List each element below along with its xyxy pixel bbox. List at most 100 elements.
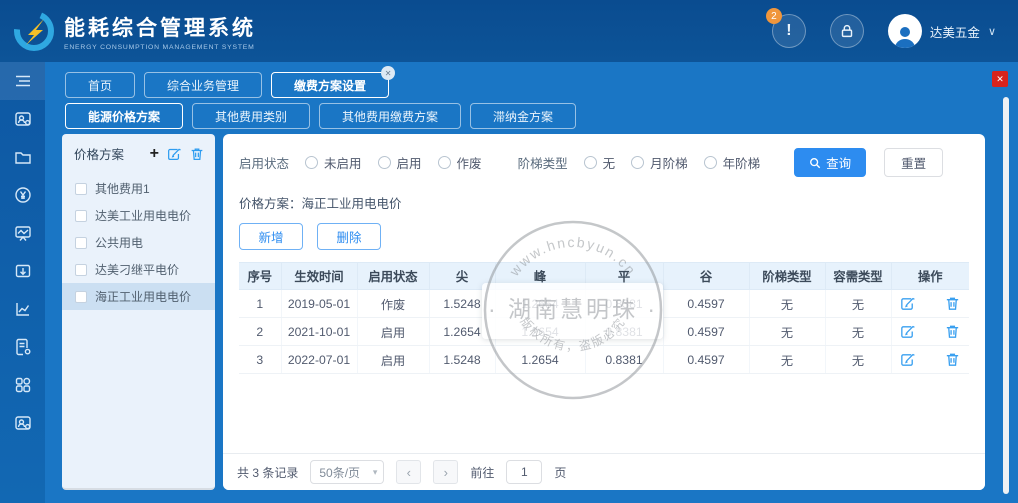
table-row: 3 2022-07-01 启用 1.5248 1.2654 0.8381 0.4… (239, 346, 969, 374)
price-plan-list: 其他费用1 达美工业用电电价 公共用电 达美刁继平电价 海正工业用电电价 (62, 175, 215, 310)
radio-enabled[interactable] (378, 156, 391, 169)
edit-row-button[interactable] (899, 323, 916, 340)
sidebar-item-billing[interactable] (0, 176, 45, 214)
radio-voided[interactable] (438, 156, 451, 169)
edit-row-button[interactable] (899, 295, 916, 312)
prev-page-button[interactable]: ‹ (396, 460, 421, 484)
user-menu[interactable]: 达美五金 ∨ (888, 14, 996, 48)
page-number-input[interactable] (506, 460, 542, 484)
total-records: 共 3 条记录 (237, 464, 298, 481)
tab-other-fee-category[interactable]: 其他费用类别 (192, 103, 310, 129)
reset-button[interactable]: 重置 (884, 148, 943, 177)
panel-title: 价格方案 (74, 144, 124, 163)
menu-list-icon (13, 71, 33, 91)
folder-download-icon (13, 261, 33, 281)
checkbox[interactable] (75, 237, 87, 249)
sidebar-item-dashboard[interactable] (0, 214, 45, 252)
notification-button[interactable]: ! 2 (772, 14, 806, 48)
plan-line-label: 价格方案： (239, 197, 302, 211)
delete-row-button[interactable] (944, 295, 961, 312)
price-table: 序号 生效时间 启用状态 尖 峰 平 谷 阶梯类型 容需类型 操作 1 (239, 262, 969, 374)
tab-energy-price-plan[interactable]: 能源价格方案 (65, 103, 183, 129)
exclamation-icon: ! (786, 22, 791, 40)
notification-badge: 2 (766, 8, 782, 24)
sidebar-item-export[interactable] (0, 252, 45, 290)
checkbox[interactable] (75, 183, 87, 195)
next-page-button[interactable]: › (433, 460, 458, 484)
app-subtitle: ENERGY CONSUMPTION MANAGEMENT SYSTEM (64, 44, 256, 51)
edit-plan-icon[interactable] (166, 146, 182, 162)
price-plan-item[interactable]: 达美工业用电电价 (62, 202, 215, 229)
user-card-gear-icon (13, 413, 33, 433)
sidebar-item-apps[interactable] (0, 366, 45, 404)
apps-grid-icon (13, 375, 33, 395)
chevron-down-icon: ∨ (988, 25, 996, 38)
page-unit-label: 页 (554, 464, 566, 481)
tab-late-fee-plan[interactable]: 滞纳金方案 (470, 103, 576, 129)
selected-plan-line: 价格方案：海正工业用电电价 (239, 193, 969, 212)
page-size-select[interactable]: 50条/页 ▾ (310, 460, 384, 484)
sidebar-item-user-settings-2[interactable] (0, 404, 45, 442)
search-icon (809, 157, 821, 169)
line-chart-icon (13, 299, 33, 319)
logo-icon (14, 11, 54, 51)
delete-plan-icon[interactable] (189, 146, 205, 162)
price-plan-panel: 价格方案 + 其他费用1 达美工业用电电价 公共 (62, 134, 215, 490)
price-plan-item[interactable]: 达美刁继平电价 (62, 256, 215, 283)
sidebar-item-files[interactable] (0, 138, 45, 176)
status-filter-label: 启用状态 (239, 153, 289, 172)
sidebar-item-reports[interactable] (0, 290, 45, 328)
user-card-gear-icon (13, 109, 33, 129)
sidebar-item-doc-settings[interactable] (0, 328, 45, 366)
tab-close-icon[interactable]: ✕ (381, 66, 395, 80)
add-plan-icon[interactable]: + (150, 146, 159, 162)
table-actions: 新增 删除 (239, 223, 969, 250)
radio-ladder-yearly[interactable] (704, 156, 717, 169)
folder-icon (13, 147, 33, 167)
radio-ladder-monthly[interactable] (631, 156, 644, 169)
edit-row-button[interactable] (899, 351, 916, 368)
pagination-bar: 共 3 条记录 50条/页 ▾ ‹ › 前往 页 (223, 453, 985, 490)
app-title: 能耗综合管理系统 (64, 12, 256, 42)
price-plan-item[interactable]: 其他费用1 (62, 175, 215, 202)
content-area: 首页 综合业务管理 缴费方案设置 ✕ ✕ 能源价格方案 其他费用类别 其他费用缴… (45, 62, 1018, 503)
radio-ladder-none[interactable] (584, 156, 597, 169)
checkbox[interactable] (75, 210, 87, 222)
tab-home[interactable]: 首页 (65, 72, 135, 98)
delete-button[interactable]: 删除 (317, 223, 381, 250)
radio-not-enabled[interactable] (305, 156, 318, 169)
tab-business-management[interactable]: 综合业务管理 (144, 72, 262, 98)
search-button[interactable]: 查询 (794, 148, 866, 177)
table-row: 2 2021-10-01 启用 1.2654 1.2654 0.8381 0.4… (239, 318, 969, 346)
sidebar-item-user-settings[interactable] (0, 100, 45, 138)
main-panel: 启用状态 未启用 启用 作废 阶梯类型 无 月阶梯 年阶梯 查询 (223, 134, 985, 490)
app-logo: 能耗综合管理系统 ENERGY CONSUMPTION MANAGEMENT S… (14, 11, 256, 51)
caret-down-icon: ▾ (373, 467, 378, 478)
sidebar-item-menu[interactable] (0, 62, 45, 100)
secondary-tab-bar: 能源价格方案 其他费用类别 其他费用缴费方案 滞纳金方案 (65, 103, 576, 129)
delete-row-button[interactable] (944, 351, 961, 368)
price-plan-item[interactable]: 公共用电 (62, 229, 215, 256)
primary-tab-bar: 首页 综合业务管理 缴费方案设置 ✕ (65, 72, 389, 98)
add-button[interactable]: 新增 (239, 223, 303, 250)
checkbox[interactable] (75, 264, 87, 276)
table-header-row: 序号 生效时间 启用状态 尖 峰 平 谷 阶梯类型 容需类型 操作 (239, 263, 969, 290)
price-plan-item-selected[interactable]: 海正工业用电电价 (62, 283, 215, 310)
filter-bar: 启用状态 未启用 启用 作废 阶梯类型 无 月阶梯 年阶梯 查询 (239, 148, 969, 177)
checkbox[interactable] (75, 291, 87, 303)
document-gear-icon (13, 337, 33, 357)
vertical-scrollbar[interactable] (1003, 97, 1009, 494)
tab-other-fee-payment-plan[interactable]: 其他费用缴费方案 (319, 103, 461, 129)
lock-button[interactable] (830, 14, 864, 48)
plan-line-value: 海正工业用电电价 (302, 197, 402, 211)
lock-icon (838, 22, 856, 40)
tab-payment-plan-settings[interactable]: 缴费方案设置 ✕ (271, 72, 389, 98)
currency-yen-circle-icon (13, 185, 33, 205)
top-bar: 能耗综合管理系统 ENERGY CONSUMPTION MANAGEMENT S… (0, 0, 1018, 62)
close-all-button[interactable]: ✕ (992, 71, 1008, 87)
presentation-chart-icon (13, 223, 33, 243)
delete-row-button[interactable] (944, 323, 961, 340)
table-row: 1 2019-05-01 作废 1.5248 1.2654 0.8381 0.4… (239, 290, 969, 318)
sidebar-nav (0, 62, 45, 503)
avatar (888, 14, 922, 48)
